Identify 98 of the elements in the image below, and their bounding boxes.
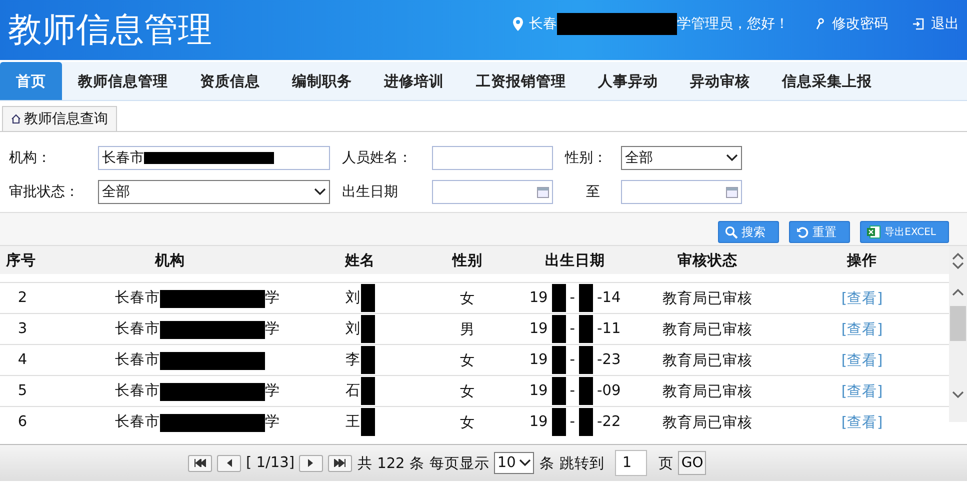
- column-header: 操作: [846, 252, 878, 270]
- go-button[interactable]: GO: [678, 451, 706, 475]
- page-indicator: [ 1/13]: [246, 455, 294, 471]
- last-page-icon: [334, 459, 346, 467]
- date-field[interactable]: [432, 180, 553, 204]
- status-select[interactable]: 全部: [98, 180, 330, 204]
- reset-icon: [796, 226, 809, 238]
- per-page-label: 每页显示: [429, 454, 490, 472]
- next-icon: [308, 459, 314, 467]
- table-cell: 刘: [295, 315, 425, 343]
- key-icon: [815, 18, 825, 30]
- table-cell-text: 教育局已审核: [662, 320, 754, 338]
- goto-label: 跳转到: [559, 454, 604, 472]
- table-cell: 李: [295, 346, 425, 374]
- table-cell-text: 3: [16, 321, 28, 337]
- table-cell-text: 教育局已审核: [662, 352, 754, 370]
- nav-tab[interactable]: 信息采集上报: [766, 62, 888, 100]
- location-pin-icon: [513, 17, 523, 31]
- field-label: 出生日期: [342, 183, 399, 201]
- first-page-button[interactable]: [188, 454, 212, 472]
- chevron-down-icon: [726, 154, 738, 162]
- column-header: 序号: [4, 252, 37, 270]
- table-cell-text: 教育局已审核: [662, 290, 754, 308]
- table-cell: 长春市: [45, 350, 295, 370]
- calendar-icon: [726, 186, 738, 198]
- table-cell-text: 4: [16, 352, 28, 368]
- scroll-thumb[interactable]: [950, 306, 966, 341]
- table-cell-text: 女: [459, 290, 476, 308]
- org-field[interactable]: 长春市: [98, 146, 330, 170]
- field-label: 至: [585, 183, 601, 201]
- scroll-down-icon: [952, 391, 964, 399]
- table-cell-text: 教育局已审核: [662, 414, 754, 432]
- nav-tab[interactable]: 教师信息管理: [62, 62, 184, 100]
- scroll-up-icon: [952, 288, 964, 296]
- nav-tab[interactable]: 异动审核: [674, 62, 766, 100]
- table-cell-text: 女: [459, 352, 476, 370]
- app-title: 教师信息管理: [8, 9, 212, 52]
- table-cell: 刘: [295, 284, 425, 312]
- logout-link[interactable]: 退出: [912, 15, 959, 33]
- date-field[interactable]: [621, 180, 742, 204]
- first-page-icon: [194, 459, 206, 467]
- table-cell: 19 - -11: [510, 315, 640, 343]
- search-icon: [724, 226, 738, 238]
- calendar-icon: [537, 186, 549, 198]
- table-cell-text: 长春市 学: [114, 320, 281, 339]
- nav-tab[interactable]: 资质信息: [184, 62, 276, 100]
- previous-page-button[interactable]: [217, 454, 241, 472]
- chevron-down-icon: [314, 188, 326, 196]
- logout-icon: [912, 18, 924, 30]
- column-header: 姓名: [344, 252, 376, 270]
- gender-select[interactable]: 全部: [621, 146, 742, 170]
- table-cell: 19 - -14: [510, 284, 640, 312]
- per-page-unit: 条: [539, 454, 554, 472]
- page-unit: 页: [658, 454, 674, 472]
- table-cell-text: 女: [459, 414, 476, 432]
- table-cell-text: 长春市 学: [114, 288, 281, 308]
- column-header: 机构: [154, 252, 186, 270]
- field-label: 性别：: [565, 149, 608, 167]
- home-icon: [11, 114, 21, 124]
- column-header: 审核状态: [676, 252, 738, 270]
- column-header: 出生日期: [544, 252, 606, 270]
- goto-page-field[interactable]: 1: [615, 450, 648, 476]
- spreadsheet-icon: [866, 225, 881, 239]
- table-cell-text: 5: [16, 383, 28, 399]
- table-cell-text: 6: [16, 414, 28, 430]
- table-cell-text: 长春市 学: [114, 412, 281, 432]
- nav-tab[interactable]: 编制职务: [276, 62, 368, 100]
- nav-tab[interactable]: 首页: [0, 62, 62, 100]
- field-label: 审批状态：: [9, 183, 80, 201]
- page-tab[interactable]: 教师信息查询: [2, 106, 117, 131]
- user-greeting: 长春 学管理员，您好！: [529, 13, 789, 35]
- previous-icon: [226, 459, 232, 467]
- field-label: 机构：: [9, 149, 52, 167]
- column-header: 性别: [450, 252, 484, 270]
- table-cell: 王: [295, 408, 425, 436]
- table-cell-text: 教育局已审核: [662, 382, 754, 400]
- chevron-down-icon: [519, 459, 532, 467]
- nav-tab[interactable]: 人事异动: [582, 62, 674, 100]
- last-page-button[interactable]: [328, 454, 352, 472]
- total-count: 共 122 条: [357, 454, 424, 472]
- table-cell-text: 男: [459, 320, 476, 338]
- table-cell: 19 - -23: [510, 346, 640, 374]
- nav-tab[interactable]: 进修培训: [368, 62, 460, 100]
- table-cell: 石: [295, 377, 425, 405]
- change-password-link[interactable]: 修改密码: [815, 15, 888, 33]
- name-field[interactable]: [432, 146, 553, 170]
- scroll-up-icon: [952, 252, 964, 260]
- table-cell-text: 女: [459, 382, 476, 400]
- table-cell-text: 长春市 学: [114, 382, 281, 401]
- scroll-down-icon: [952, 262, 964, 270]
- field-label: 人员姓名：: [342, 149, 413, 167]
- table-cell-text: 2: [16, 290, 28, 306]
- table-cell: 19 - -09: [510, 377, 640, 405]
- next-page-button[interactable]: [299, 454, 324, 472]
- scrollbar[interactable]: [949, 246, 967, 422]
- per-page-select[interactable]: 10: [494, 452, 534, 474]
- table-cell: 19 - -22: [510, 408, 640, 436]
- nav-tab[interactable]: 工资报销管理: [460, 62, 582, 100]
